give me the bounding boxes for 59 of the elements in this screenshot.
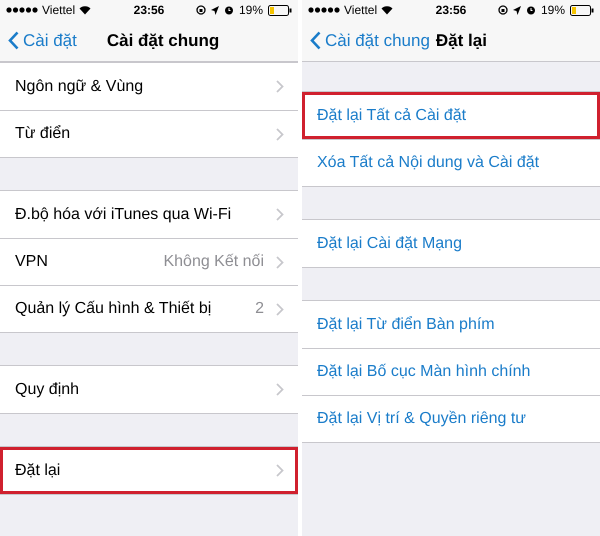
row-label: VPN <box>15 252 49 272</box>
wifi-icon <box>381 5 394 15</box>
back-chevron-icon <box>8 31 19 50</box>
row-label: Quản lý Cấu hình & Thiết bị <box>15 299 212 319</box>
rotation-lock-icon <box>196 5 206 15</box>
action-row[interactable]: Đặt lại Tất cả Cài đặt <box>302 92 600 139</box>
battery-percent: 19% <box>540 2 565 19</box>
clock-time: 23:56 <box>132 2 166 19</box>
settings-row[interactable]: Quản lý Cấu hình & Thiết bị 2 <box>0 285 298 332</box>
signal-icon <box>308 7 340 13</box>
action-row[interactable]: Đặt lại Từ điển Bàn phím <box>302 301 600 348</box>
battery-icon <box>570 4 594 16</box>
chevron-icon <box>276 464 284 477</box>
action-row[interactable]: Xóa Tất cả Nội dung và Cài đặt <box>302 139 600 186</box>
location-arrow-icon <box>210 6 219 14</box>
back-button[interactable]: Cài đặt <box>0 28 77 54</box>
row-label: Xóa Tất cả Nội dung và Cài đặt <box>317 153 540 173</box>
row-label: Đặt lại Từ điển Bàn phím <box>317 314 495 334</box>
clock-time: 23:56 <box>434 2 468 19</box>
chevron-icon <box>276 383 284 396</box>
row-label: Quy định <box>15 380 80 400</box>
row-label: Đặt lại <box>15 460 62 480</box>
chevron-icon <box>276 302 284 316</box>
settings-row[interactable]: Ngôn ngữ & Vùng <box>0 63 298 110</box>
row-value: Không Kết nối <box>163 252 264 272</box>
row-label: Đặt lại Cài đặt Mạng <box>317 234 462 254</box>
rotation-lock-icon <box>498 5 508 15</box>
action-row[interactable]: Đặt lại Bố cục Màn hình chính <box>302 348 600 395</box>
chevron-icon <box>276 208 284 221</box>
row-label: Từ điển <box>15 124 72 144</box>
back-chevron-icon <box>310 31 321 50</box>
carrier-name: Viettel <box>42 2 76 19</box>
carrier-name: Viettel <box>344 2 378 19</box>
nav-title: Cài đặt chung <box>106 30 220 52</box>
action-row[interactable]: Đặt lại Cài đặt Mạng <box>302 220 600 267</box>
settings-row[interactable]: Đ.bộ hóa với iTunes qua Wi-Fi <box>0 191 298 238</box>
row-label: Ngôn ngữ & Vùng <box>15 76 144 96</box>
settings-row[interactable]: Quy định <box>0 366 298 413</box>
chevron-icon <box>276 80 284 93</box>
chevron-icon <box>276 128 284 140</box>
nav-title: Đặt lại <box>436 30 487 52</box>
settings-row[interactable]: Từ điển <box>0 110 298 157</box>
settings-row[interactable]: VPN Không Kết nối <box>0 238 298 285</box>
action-row[interactable]: Đặt lại Vị trí & Quyền riêng tư <box>302 395 600 442</box>
row-label: Đặt lại Bố cục Màn hình chính <box>317 362 530 382</box>
location-arrow-icon <box>512 6 521 14</box>
row-label: Đặt lại Tất cả Cài đặt <box>317 106 466 126</box>
row-value: 2 <box>255 299 264 319</box>
back-button[interactable]: Cài đặt chung <box>302 28 430 54</box>
wifi-icon <box>79 5 92 15</box>
chevron-icon <box>276 256 284 268</box>
row-label: Đ.bộ hóa với iTunes qua Wi-Fi <box>15 204 232 224</box>
signal-icon <box>6 7 38 13</box>
alarm-clock-icon <box>526 5 536 15</box>
alarm-clock-icon <box>224 5 234 15</box>
settings-row[interactable]: Đặt lại <box>0 447 298 494</box>
row-label: Đặt lại Vị trí & Quyền riêng tư <box>317 409 526 429</box>
battery-icon <box>268 4 292 16</box>
battery-percent: 19% <box>238 2 263 19</box>
